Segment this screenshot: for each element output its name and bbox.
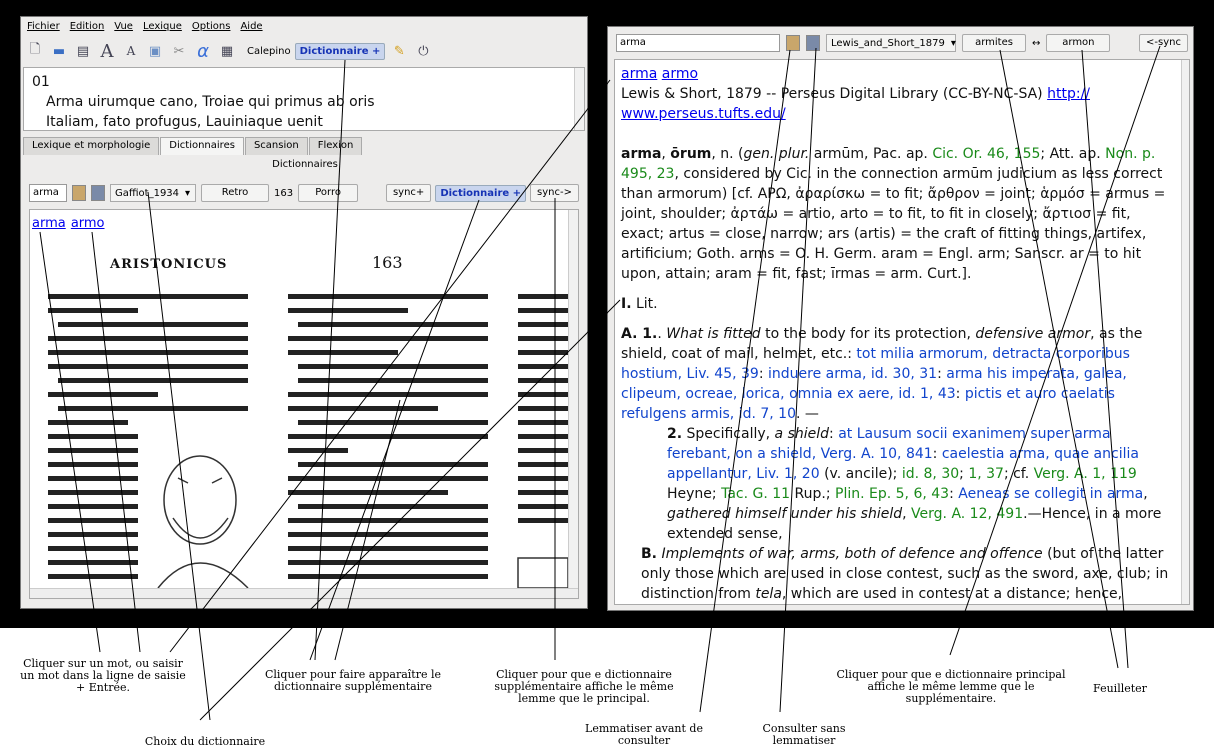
secondary-dictionary-window: arma Lewis_and_Short_1879 ▾ armites ↔ arm… [607, 26, 1194, 611]
caption-sync-supplementary: Cliquer pour que e dictionnaire suppléme… [494, 668, 674, 705]
caption-click-word: Cliquer sur un mot, ou saisir un mot dan… [20, 657, 186, 694]
alpha-icon[interactable]: α [193, 41, 213, 62]
caption-sync-main: Cliquer pour que e dictionnaire principa… [836, 668, 1066, 705]
scrollbar[interactable] [574, 68, 584, 130]
chevron-down-icon: ▾ [185, 187, 191, 199]
link-arma[interactable]: arma [621, 66, 657, 82]
menu-bar: Fichier Edition Vue Lexique Options Aide [21, 17, 587, 35]
entry-text: arma, ōrum, n. (gen. plur. armūm, Pac. a… [621, 146, 1166, 282]
caption-dictionary-choice: Choix du dictionnaire [144, 735, 266, 748]
calepino-label[interactable]: Calepino [247, 46, 291, 57]
menu-options[interactable]: Options [192, 21, 231, 32]
menu-aide[interactable]: Aide [240, 21, 262, 32]
secondary-controls: arma Lewis_and_Short_1879 ▾ armites ↔ arm… [616, 33, 1188, 53]
font-smaller-icon[interactable]: A [121, 41, 141, 61]
tab-flexion[interactable]: Flexion [308, 137, 363, 155]
porro-button[interactable]: Porro [298, 184, 359, 202]
direct-book-icon[interactable] [91, 185, 105, 201]
sync-plus-button[interactable]: sync+ [385, 184, 432, 202]
menu-fichier[interactable]: Fichier [27, 21, 60, 32]
link-arma[interactable]: arma [32, 216, 66, 231]
direct-book-icon[interactable] [806, 35, 820, 51]
previous-word-button[interactable]: armites [962, 34, 1026, 52]
caption-browse: Feuilleter [1093, 682, 1147, 695]
tab-lexique[interactable]: Lexique et morphologie [23, 137, 160, 155]
scan-page-number: 163 [372, 253, 403, 272]
secondary-dictionary-select[interactable]: Lewis_and_Short_1879 ▾ [826, 34, 956, 52]
dictionary-select[interactable]: Gaffiot_1934 ▾ [110, 184, 196, 202]
source-text: Lewis & Short, 1879 -- Perseus Digital L… [621, 86, 1048, 102]
text-line: Arma uirumque cano, Troiae qui primus ab… [46, 94, 375, 110]
main-window: Fichier Edition Vue Lexique Options Aide… [20, 16, 588, 609]
text-editor[interactable]: 01 Arma uirumque cano, Troiae qui primus… [23, 67, 585, 131]
secondary-search-input[interactable]: arma [616, 34, 780, 52]
power-icon[interactable]: ⏻ [413, 41, 433, 61]
menu-lexique[interactable]: Lexique [143, 21, 182, 32]
secondary-dictionary-value: Lewis_and_Short_1879 [831, 37, 945, 49]
menu-edition[interactable]: Edition [70, 21, 105, 32]
chevron-down-icon: ▾ [950, 37, 956, 49]
link-armo[interactable]: armo [662, 66, 698, 82]
source-url[interactable]: http:// [1047, 86, 1090, 102]
page-number: 163 [274, 187, 294, 199]
dictionary-plus-toggle[interactable]: Dictionnaire + [435, 184, 527, 202]
link-armo[interactable]: armo [71, 216, 105, 231]
text-line: Italiam, fato profugus, Lauiniaque uenit [46, 114, 323, 130]
horizontal-scrollbar[interactable] [30, 588, 578, 598]
dictionary-entry[interactable]: arma armo Lewis & Short, 1879 -- Perseus… [614, 59, 1190, 605]
entry-text: A. 1.. What is fitted to the body for it… [621, 326, 1143, 422]
browse-arrow-icon: ↔ [1032, 37, 1041, 49]
entry-text: B. Implements of war, arms, both of defe… [641, 546, 1169, 602]
tab-scansion[interactable]: Scansion [244, 137, 308, 155]
sync-right-button[interactable]: sync-> [530, 184, 579, 202]
scan-header: ARISTONICUS [110, 257, 228, 272]
scan-page-image [48, 294, 569, 589]
entry-text: 2. Specifically, a shield: at Lausum soc… [667, 426, 1162, 542]
entry-text: I. Lit. [621, 296, 658, 312]
grid-icon[interactable]: ▦ [217, 41, 237, 61]
font-larger-icon[interactable]: A [97, 41, 117, 62]
sync-back-button[interactable]: <-sync [1139, 34, 1188, 52]
scrollbar[interactable] [1181, 60, 1189, 604]
open-folder-icon[interactable]: ▬ [49, 41, 69, 61]
source-line: Lewis & Short, 1879 -- Perseus Digital L… [621, 84, 1175, 104]
dictionary-select-value: Gaffiot_1934 [115, 187, 180, 199]
lemmatize-book-icon[interactable] [72, 185, 86, 201]
dictionary-plus-button[interactable]: Dictionnaire + [294, 42, 386, 60]
pane-title: Dictionnaires [272, 159, 338, 170]
scrollbar[interactable] [568, 210, 578, 598]
menu-vue[interactable]: Vue [114, 21, 133, 32]
text-line: 01 [32, 74, 50, 90]
save-icon[interactable]: ▤ [73, 41, 93, 61]
broom-icon[interactable]: ✎ [389, 41, 409, 61]
tab-bar: Lexique et morphologie Dictionnaires Sca… [23, 137, 363, 155]
next-word-button[interactable]: armon [1046, 34, 1111, 52]
caption-no-lemmatize: Consulter sans lemmatiser [762, 722, 846, 747]
search-input[interactable]: arma [29, 184, 67, 202]
find-icon[interactable]: ▣ [145, 41, 165, 61]
tools-icon[interactable]: ✂ [169, 41, 189, 61]
sync-controls: sync+ Dictionnaire + sync-> [385, 183, 579, 203]
dictionary-scan-view[interactable]: arma armo ARISTONICUS 163 [29, 209, 579, 599]
caption-show-supplementary: Cliquer pour faire apparaître le diction… [264, 668, 441, 693]
toolbar: 🗋 ▬ ▤ A A ▣ ✂ α ▦ Calepino Dictionnaire … [21, 37, 587, 65]
new-file-icon[interactable]: 🗋 [25, 41, 45, 61]
source-url[interactable]: www.perseus.tufts.edu/ [621, 106, 786, 122]
tab-dictionnaires[interactable]: Dictionnaires [160, 137, 244, 155]
dictionary-controls: arma Gaffiot_1934 ▾ Retro 163 Porro [29, 183, 359, 203]
caption-lemmatize: Lemmatiser avant de consulter [585, 722, 703, 747]
retro-button[interactable]: Retro [201, 184, 269, 202]
lemmatize-book-icon[interactable] [786, 35, 800, 51]
